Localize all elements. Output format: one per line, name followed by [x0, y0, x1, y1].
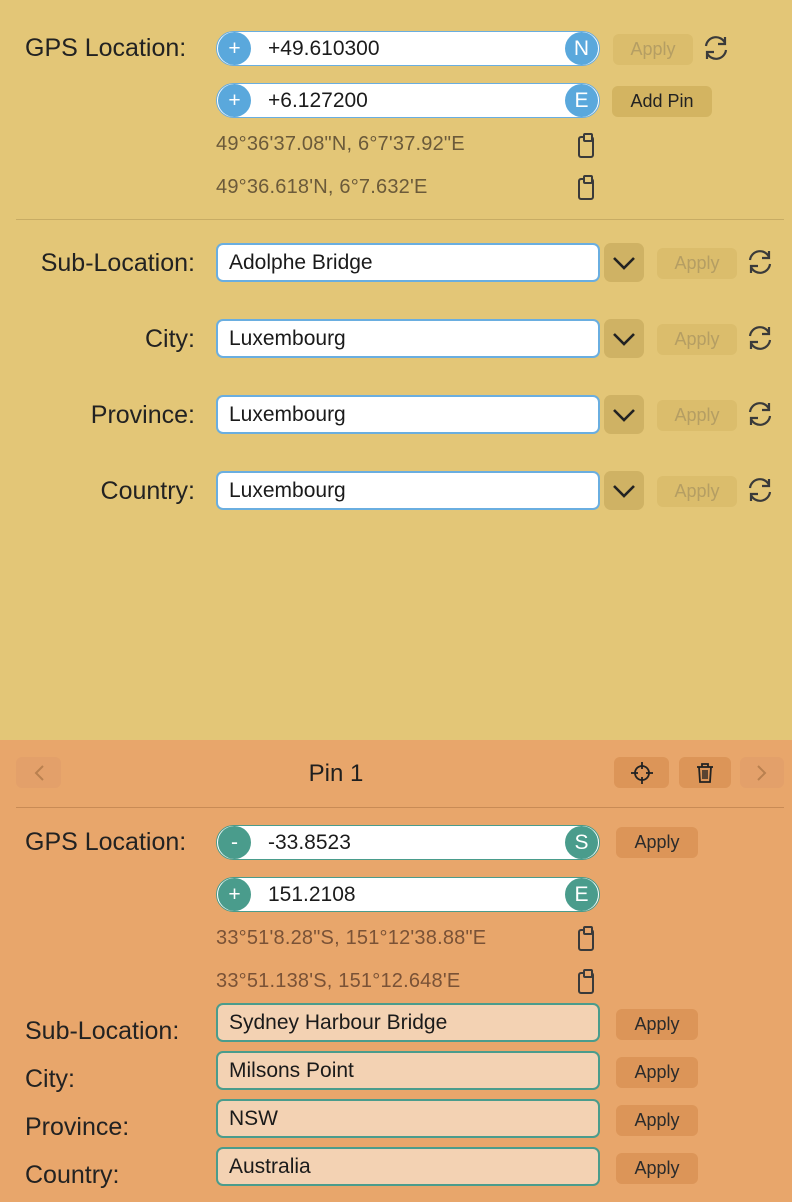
pin-latitude-field[interactable]: - -33.8523 S	[216, 825, 600, 860]
sub-location-apply-button[interactable]: Apply	[657, 248, 737, 279]
pin-sub-location-label: Sub-Location:	[25, 1017, 180, 1045]
city-label: City:	[145, 325, 195, 353]
refresh-icon[interactable]	[745, 323, 775, 353]
pin-latitude-direction-toggle[interactable]: S	[565, 826, 598, 859]
sub-location-label: Sub-Location:	[40, 249, 195, 277]
dm-coordinates: 49°36.618'N, 6°7.632'E	[216, 176, 428, 198]
divider	[16, 807, 784, 808]
province-dropdown[interactable]	[604, 395, 644, 434]
sub-location-input[interactable]: Adolphe Bridge	[216, 243, 600, 282]
chevron-down-icon	[613, 332, 635, 346]
pin-province-label: Province:	[25, 1113, 130, 1141]
pin-latitude-value[interactable]: -33.8523	[251, 831, 565, 855]
pin-gps-location-label: GPS Location:	[25, 828, 187, 856]
pin-dm-coordinates: 33°51.138'S, 151°12.648'E	[216, 970, 461, 992]
city-dropdown[interactable]	[604, 319, 644, 358]
longitude-direction-toggle[interactable]: E	[565, 84, 598, 117]
clipboard-icon[interactable]	[578, 969, 594, 994]
sub-location-dropdown[interactable]	[604, 243, 644, 282]
pin-province-apply-button[interactable]: Apply	[616, 1105, 698, 1136]
chevron-down-icon	[613, 408, 635, 422]
location-panel: GPS Location: + +49.610300 N Apply + +6.…	[0, 0, 792, 740]
city-input[interactable]: Luxembourg	[216, 319, 600, 358]
pin-latitude-sign-toggle[interactable]: -	[218, 826, 251, 859]
clipboard-icon[interactable]	[578, 926, 594, 951]
province-input[interactable]: Luxembourg	[216, 395, 600, 434]
country-apply-button[interactable]: Apply	[657, 476, 737, 507]
longitude-value[interactable]: +6.127200	[251, 89, 565, 113]
pin-sub-location-apply-button[interactable]: Apply	[616, 1009, 698, 1040]
previous-pin-button[interactable]	[16, 757, 61, 788]
province-apply-button[interactable]: Apply	[657, 400, 737, 431]
country-label: Country:	[100, 477, 195, 505]
latitude-direction-toggle[interactable]: N	[565, 32, 598, 65]
pin-dms-coordinates: 33°51'8.28"S, 151°12'38.88"E	[216, 927, 487, 949]
gps-location-label: GPS Location:	[25, 34, 187, 62]
chevron-left-icon	[34, 764, 44, 781]
pin-longitude-direction-toggle[interactable]: E	[565, 878, 598, 911]
pin-longitude-field[interactable]: + 151.2108 E	[216, 877, 600, 912]
refresh-icon[interactable]	[745, 475, 775, 505]
chevron-right-icon	[757, 764, 767, 781]
pin-panel: Pin 1 GPS Location: - -33.8523 S Apply +…	[0, 740, 792, 1202]
refresh-icon[interactable]	[701, 33, 731, 63]
country-input[interactable]: Luxembourg	[216, 471, 600, 510]
clipboard-icon[interactable]	[578, 175, 594, 200]
refresh-icon[interactable]	[745, 247, 775, 277]
latitude-sign-toggle[interactable]: +	[218, 32, 251, 65]
refresh-icon[interactable]	[745, 399, 775, 429]
province-label: Province:	[90, 401, 195, 429]
pin-longitude-value[interactable]: 151.2108	[251, 883, 565, 907]
locate-pin-button[interactable]	[614, 757, 669, 788]
pin-city-apply-button[interactable]: Apply	[616, 1057, 698, 1088]
delete-pin-button[interactable]	[679, 757, 731, 788]
dms-coordinates: 49°36'37.08"N, 6°7'37.92"E	[216, 133, 465, 155]
pin-country-apply-button[interactable]: Apply	[616, 1153, 698, 1184]
pin-country-input[interactable]: Australia	[216, 1147, 600, 1186]
pin-longitude-sign-toggle[interactable]: +	[218, 878, 251, 911]
city-apply-button[interactable]: Apply	[657, 324, 737, 355]
country-dropdown[interactable]	[604, 471, 644, 510]
divider	[16, 219, 784, 220]
pin-province-input[interactable]: NSW	[216, 1099, 600, 1138]
crosshair-icon	[630, 761, 653, 784]
trash-icon	[697, 762, 713, 783]
latitude-value[interactable]: +49.610300	[251, 37, 565, 61]
pin-gps-apply-button[interactable]: Apply	[616, 827, 698, 858]
pin-sub-location-input[interactable]: Sydney Harbour Bridge	[216, 1003, 600, 1042]
pin-city-label: City:	[25, 1065, 75, 1093]
chevron-down-icon	[613, 256, 635, 270]
chevron-down-icon	[613, 484, 635, 498]
clipboard-icon[interactable]	[578, 133, 594, 158]
longitude-field[interactable]: + +6.127200 E	[216, 83, 600, 118]
latitude-field[interactable]: + +49.610300 N	[216, 31, 600, 66]
gps-apply-button[interactable]: Apply	[613, 34, 693, 65]
longitude-sign-toggle[interactable]: +	[218, 84, 251, 117]
pin-country-label: Country:	[25, 1161, 120, 1189]
pin-city-input[interactable]: Milsons Point	[216, 1051, 600, 1090]
pin-title: Pin 1	[308, 760, 364, 787]
next-pin-button[interactable]	[740, 757, 784, 788]
add-pin-button[interactable]: Add Pin	[612, 86, 712, 117]
